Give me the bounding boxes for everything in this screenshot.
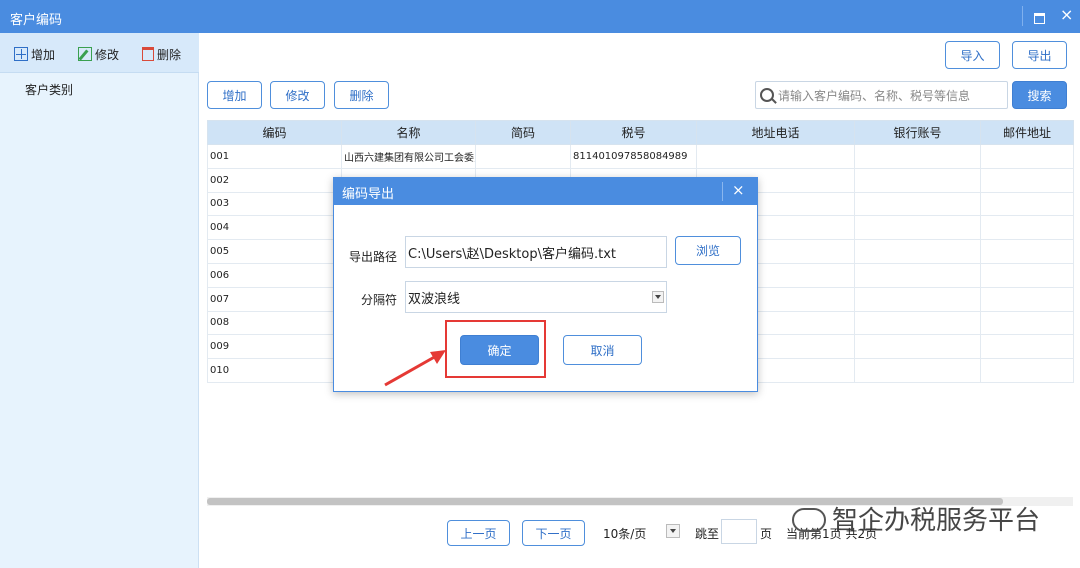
search-placeholder: 请输入客户编码、名称、税号等信息 (778, 88, 971, 103)
sidebar-edit-label: 修改 (95, 47, 120, 62)
maximize-icon[interactable] (1030, 8, 1048, 26)
search-button[interactable]: 搜索 (1012, 81, 1067, 109)
highlight-box (445, 320, 546, 378)
page-size-select[interactable]: 10条/页 (603, 525, 646, 542)
sidebar-add-button[interactable]: 增加 (14, 45, 55, 63)
table-cell (980, 167, 1074, 193)
table-cell (980, 286, 1074, 312)
next-page-button[interactable]: 下一页 (522, 520, 585, 546)
search-input[interactable]: 请输入客户编码、名称、税号等信息 (755, 81, 1008, 109)
table-cell (980, 239, 1074, 264)
table-cell: 811401097858084989 (570, 144, 697, 169)
search-icon (760, 88, 774, 102)
edit-icon (78, 47, 92, 61)
table-cell (854, 310, 981, 336)
table-cell: 006 (207, 262, 342, 288)
table-cell (980, 215, 1074, 241)
wechat-icon (792, 508, 826, 532)
table-cell: 008 (207, 310, 342, 336)
column-header-name[interactable]: 名称 (341, 120, 476, 145)
column-header-email[interactable]: 邮件地址 (980, 120, 1074, 145)
table-cell (980, 310, 1074, 336)
column-header-tax-id[interactable]: 税号 (570, 120, 697, 145)
separator-value: 双波浪线 (408, 291, 461, 307)
column-header-address-phone[interactable]: 地址电话 (696, 120, 855, 145)
table-cell (980, 334, 1074, 360)
table-cell (980, 358, 1074, 383)
goto-page-input[interactable] (721, 519, 757, 544)
table-cell: 山西六建集团有限公司工会委员 (341, 144, 476, 169)
separator-label: 分隔符 (361, 293, 398, 307)
table-cell: 007 (207, 286, 342, 312)
close-icon[interactable]: × (1060, 6, 1073, 24)
import-button[interactable]: 导入 (945, 41, 1000, 69)
annotation-arrow-icon (384, 350, 446, 387)
sidebar-delete-button[interactable]: 删除 (142, 45, 181, 63)
dialog-title-separator (722, 182, 723, 201)
sidebar-edit-button[interactable]: 修改 (78, 45, 119, 63)
table-cell (980, 191, 1074, 217)
page-unit-label: 页 (760, 527, 773, 541)
table-cell (854, 334, 981, 360)
prev-page-button[interactable]: 上一页 (447, 520, 510, 546)
dialog-close-icon[interactable]: × (732, 181, 745, 199)
goto-label: 跳至 (695, 527, 720, 541)
column-header-short-code[interactable]: 简码 (475, 120, 571, 145)
chevron-down-icon[interactable] (666, 524, 680, 538)
sidebar-delete-label: 删除 (157, 47, 182, 62)
dialog-titlebar: 编码导出 × (334, 178, 757, 205)
sidebar-item-customer-category[interactable]: 客户类别 (25, 81, 73, 98)
table-cell: 005 (207, 239, 342, 264)
add-button[interactable]: 增加 (207, 81, 262, 109)
table-cell (980, 144, 1074, 169)
sidebar-add-label: 增加 (31, 47, 56, 62)
chevron-down-icon[interactable] (652, 291, 664, 303)
table-cell (854, 262, 981, 288)
browse-button[interactable]: 浏览 (675, 236, 741, 265)
export-path-input[interactable]: C:\Users\赵\Desktop\客户编码.txt (405, 236, 667, 268)
column-header-code[interactable]: 编码 (207, 120, 342, 145)
table-cell: 002 (207, 167, 342, 193)
cancel-button[interactable]: 取消 (563, 335, 642, 365)
table-cell (854, 358, 981, 383)
table-cell: 010 (207, 358, 342, 383)
table-cell: 009 (207, 334, 342, 360)
dialog-title: 编码导出 (342, 187, 395, 202)
window-titlebar: 客户编码 × (0, 0, 1080, 33)
watermark-text: 智企办税服务平台 (832, 506, 1041, 536)
table-cell (696, 144, 855, 169)
titlebar-separator (1022, 6, 1023, 26)
table-header-row: 编码 名称 简码 税号 地址电话 银行账号 邮件地址 (207, 120, 1074, 145)
export-path-label: 导出路径 (349, 250, 398, 264)
trash-icon (142, 47, 154, 61)
table-cell (854, 191, 981, 217)
table-cell: 003 (207, 191, 342, 217)
table-cell (854, 144, 981, 169)
column-header-bank-account[interactable]: 银行账号 (854, 120, 981, 145)
table-cell (980, 262, 1074, 288)
window-title: 客户编码 (10, 13, 63, 28)
add-icon (14, 47, 28, 61)
table-cell (854, 167, 981, 193)
table-cell (854, 286, 981, 312)
sidebar-toolbar: 增加 修改 删除 (0, 33, 199, 73)
sidebar: 增加 修改 删除 客户类别 (0, 33, 199, 568)
export-button[interactable]: 导出 (1012, 41, 1067, 69)
separator-select[interactable]: 双波浪线 (405, 281, 667, 313)
edit-button[interactable]: 修改 (270, 81, 325, 109)
table-cell (854, 215, 981, 241)
table-cell (475, 144, 571, 169)
delete-button[interactable]: 删除 (334, 81, 389, 109)
table-cell (854, 239, 981, 264)
table-row[interactable]: 001 山西六建集团有限公司工会委员 811401097858084989 (207, 144, 1074, 169)
table-cell: 004 (207, 215, 342, 241)
table-cell: 001 (207, 144, 342, 169)
